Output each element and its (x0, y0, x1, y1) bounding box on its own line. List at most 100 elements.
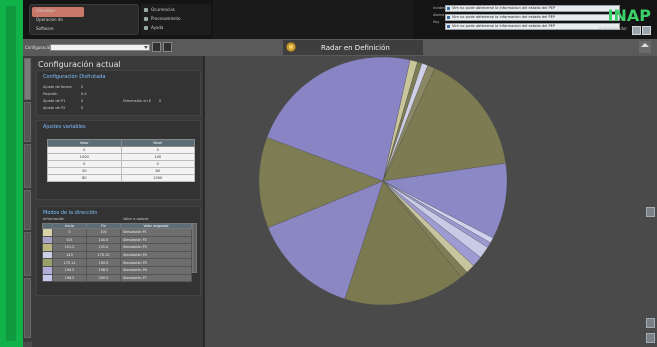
table-row[interactable]: 101.2 131.0 Simulación P3 (42, 243, 193, 252)
top-bar: Visualizar Operacion de Software Ocurren… (23, 0, 657, 39)
section-configuration: Configuración Disfrutada Ajuste de forma… (36, 70, 201, 116)
alert-item[interactable]: Vim no pude obtenerse la informacion del… (445, 14, 620, 21)
vertical-tab[interactable] (24, 232, 31, 276)
zoom-out-button[interactable] (646, 318, 655, 328)
config-panel: Configuración actual Configuración Disfr… (32, 56, 205, 347)
mode-name: Simulación P1 (119, 228, 193, 237)
cell: 200.0 (85, 273, 121, 283)
setting-value: 0 (81, 106, 84, 110)
fit-button[interactable] (646, 333, 655, 343)
mode-name: Simulación P2 (119, 235, 193, 245)
mode-name: Simulación P7 (119, 273, 193, 283)
alerts-panel: Incidencias Alarma Hoy Vim no pude obten… (433, 4, 623, 34)
cell: 80 (120, 167, 195, 175)
color-swatch (42, 258, 53, 267)
zoom-in-button[interactable] (646, 207, 655, 217)
secondary-menu-item[interactable]: Ocurrencias (144, 7, 175, 12)
section-modes: Modos de la dirección Información Valor … (36, 206, 201, 296)
secondary-menu-item[interactable]: Ayuda (143, 25, 163, 30)
cell: 1000 (47, 153, 122, 161)
mode-name: Simulación P5 (119, 258, 193, 267)
setting-label: Ajuste de P2 (43, 106, 66, 110)
setting-value: 0 (159, 99, 162, 103)
alert-item[interactable]: Vim no pude obtenerse la informacion del… (445, 5, 620, 12)
color-swatch (42, 273, 53, 283)
page-title: Radar en Definición (321, 44, 390, 52)
table-row[interactable]: 101 140.0 Simulación P2 (42, 235, 193, 245)
mode-name: Simulación P6 (119, 265, 193, 275)
color-swatch (42, 235, 53, 245)
config-bar: Configuración Radar en Definición (23, 39, 657, 56)
close-button[interactable] (642, 26, 651, 35)
vertical-tab[interactable] (24, 190, 31, 230)
alert-item[interactable]: Vim no pude obtenerse la informacion del… (445, 23, 620, 30)
config-delete-button[interactable] (163, 42, 172, 52)
table-row[interactable]: 190.5 198.5 Simulación P6 (42, 265, 193, 275)
setting-label: Posición (43, 92, 58, 96)
alerts-meta: Alarma (433, 13, 445, 17)
config-label: Configuración (25, 45, 53, 50)
cell: 100 (85, 228, 121, 237)
panel-title: Configuración actual (38, 60, 121, 69)
cell: 0 (52, 228, 87, 237)
table-row[interactable]: 143 170.10 Simulación P4 (42, 250, 193, 260)
subheading: Información (43, 217, 65, 221)
cell: 198.5 (85, 265, 121, 275)
cell: 1000 (120, 174, 195, 182)
vertical-tab[interactable] (24, 144, 31, 188)
main-menu-item[interactable]: Software (36, 26, 54, 31)
section-heading: Modos de la dirección (43, 210, 98, 216)
side-rail (0, 0, 23, 347)
table-row[interactable]: 00 (47, 146, 195, 154)
setting-value: 0 (81, 85, 84, 89)
table-row[interactable]: 50 80 (47, 167, 195, 175)
table-row[interactable]: 0 100 Simulación P1 (42, 228, 193, 237)
cell: 100 (120, 153, 195, 161)
secondary-menu-item[interactable]: Procesamiento (144, 16, 181, 21)
user-label: Administrador (598, 26, 627, 31)
main-menu-item[interactable]: Visualizar (36, 8, 55, 13)
section-heading: Configuración Disfrutada (43, 74, 106, 80)
column-header: Nivel (120, 139, 195, 147)
cell: 0 (47, 146, 122, 154)
vertical-tab[interactable] (24, 278, 31, 338)
cell: 143 (52, 250, 87, 260)
vertical-tab[interactable] (24, 58, 31, 100)
table-row[interactable]: 170.11 190.5 Simulación P5 (42, 258, 193, 267)
setting-label: Ajuste de forma (43, 85, 72, 89)
cell: 101 (52, 235, 87, 245)
column-header: Valor (47, 139, 122, 147)
color-swatch (42, 228, 53, 237)
window-controls (631, 26, 653, 36)
modes-scrollbar[interactable] (192, 223, 197, 273)
table-row[interactable]: 198.5 200.0 Simulación P7 (42, 273, 193, 283)
cell: 0 (120, 160, 195, 168)
brand-logo: INAP (607, 6, 651, 25)
cell: 50 (47, 167, 122, 175)
cell: 190.5 (52, 265, 87, 275)
config-select[interactable] (50, 44, 150, 51)
cell: 170.10 (85, 250, 121, 260)
table-row[interactable]: 1000 100 (47, 153, 195, 161)
cell: 170.11 (52, 258, 87, 267)
radar-icon (286, 42, 296, 52)
setting-label: Ajuste de P1 (43, 99, 66, 103)
vertical-tabs (23, 56, 32, 342)
cell: 140.0 (85, 235, 121, 245)
mode-name: Simulación P3 (119, 243, 193, 252)
section-heading: Ajustes variables (43, 124, 86, 130)
vertical-tab[interactable] (24, 102, 31, 142)
main-menu-item[interactable]: Operacion de (36, 17, 63, 22)
table-row[interactable]: 80 1000 (47, 174, 195, 182)
color-swatch (42, 250, 53, 260)
minimize-button[interactable] (632, 26, 641, 35)
main-menu: Visualizar Operacion de Software (29, 4, 139, 35)
table-row[interactable]: 00 (47, 160, 195, 168)
setting-label: Dimensión en E (123, 99, 152, 103)
variables-table: Valor Nivel 00 1000 100 00 50 80 80 1000 (47, 139, 195, 182)
cell: 0 (47, 160, 122, 168)
home-button[interactable] (639, 41, 651, 53)
top-bar-spacer (213, 0, 413, 39)
config-save-button[interactable] (152, 42, 161, 52)
app-window: Visualizar Operacion de Software Ocurren… (0, 0, 657, 347)
